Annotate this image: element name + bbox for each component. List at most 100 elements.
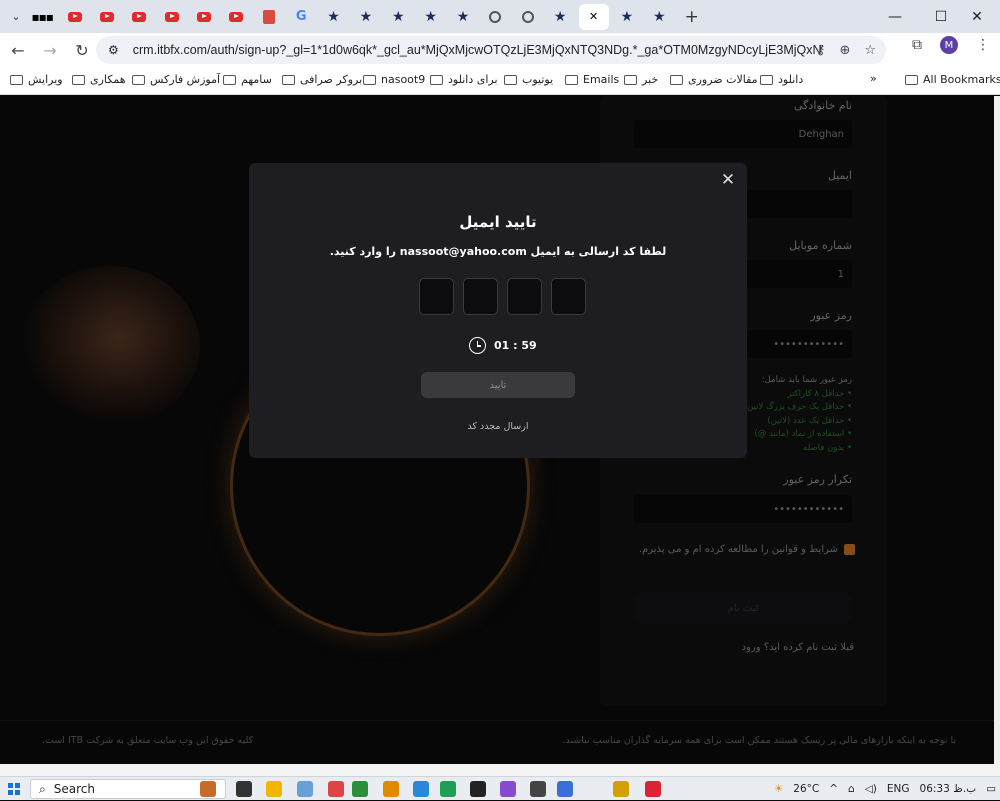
file-explorer-icon[interactable]	[266, 781, 282, 797]
tray-chevron-icon[interactable]: ^	[829, 783, 838, 795]
tab-strip: ⌄ ▪▪▪ G ★ ★ ★ ★ ★ ★ ✕ ★ ★ +	[0, 0, 1000, 33]
minimize-icon[interactable]: —	[872, 0, 918, 33]
tradingview-icon[interactable]	[470, 781, 486, 797]
bookmark-star-icon[interactable]: ☆	[864, 43, 876, 58]
clock-icon	[469, 337, 486, 354]
network-icon[interactable]: ⌂	[848, 783, 855, 795]
otp-digit-input[interactable]	[507, 278, 542, 315]
tab-item[interactable]	[158, 4, 186, 30]
acrobat-icon[interactable]	[645, 781, 661, 797]
window-bottom-strip	[0, 764, 1000, 776]
globe-icon	[489, 10, 502, 23]
volume-icon[interactable]: ◁)	[865, 783, 877, 795]
paint-icon[interactable]	[297, 781, 313, 797]
calculator-icon[interactable]	[530, 781, 546, 797]
bookmark-item[interactable]: برای دانلود	[430, 73, 498, 86]
menu-icon[interactable]: ⋮	[976, 37, 990, 53]
edge-icon[interactable]	[440, 781, 456, 797]
clock-text[interactable]: 06:33 ب.ظ	[920, 783, 977, 795]
bookmark-label: مقالات ضروری	[688, 73, 758, 86]
new-tab-button[interactable]: +	[678, 4, 706, 30]
tab-item[interactable]	[222, 4, 250, 30]
windows-start-icon[interactable]	[8, 783, 20, 795]
folder-icon	[132, 74, 145, 85]
tab-item[interactable]: G	[287, 4, 315, 30]
taskbar: ⌕ Search ☀ 26°C ^ ⌂ ◁) ENG 06:33 ب.ظ ▭	[0, 776, 1000, 800]
bookmark-label: خبر	[642, 73, 659, 86]
tab-item[interactable]	[481, 4, 509, 30]
otp-digit-input[interactable]	[463, 278, 498, 315]
task-view-icon[interactable]	[236, 781, 252, 797]
chrome-icon[interactable]	[352, 781, 368, 797]
bookmark-item[interactable]: سامهم	[223, 73, 272, 86]
close-window-icon[interactable]: ✕	[954, 0, 1000, 33]
app-icon[interactable]	[613, 781, 629, 797]
tab-item[interactable]: ★	[320, 4, 348, 30]
notification-icon[interactable]: ▭	[986, 783, 996, 795]
star-icon: ★	[653, 8, 666, 25]
site-settings-icon[interactable]: ⚙	[108, 43, 119, 57]
tab-item[interactable]	[255, 4, 283, 30]
tab-search-icon[interactable]: ⌄	[6, 7, 26, 27]
language-indicator[interactable]: ENG	[887, 783, 910, 795]
bookmark-label: بروکر صرافی	[300, 73, 363, 86]
all-bookmarks[interactable]: All Bookmarks	[905, 73, 1000, 86]
tab-item[interactable]	[93, 4, 121, 30]
bookmark-item[interactable]: یوتیوب	[504, 73, 553, 86]
search-icon: ⌕	[39, 781, 46, 796]
page-scrollbar[interactable]	[994, 96, 1000, 764]
photoshop-icon[interactable]	[328, 781, 344, 797]
resend-code-link[interactable]: ارسال مجدد کد	[249, 421, 747, 432]
tab-item[interactable]: ★	[449, 4, 477, 30]
otp-digit-input[interactable]	[551, 278, 586, 315]
forward-icon[interactable]: →	[36, 36, 64, 64]
confirm-button[interactable]: تایید	[421, 372, 575, 398]
bookmark-item[interactable]: خبر	[624, 73, 658, 86]
tab-item[interactable]: ★	[613, 4, 641, 30]
google-icon: G	[295, 9, 307, 24]
reload-icon[interactable]: ↻	[68, 36, 96, 64]
bookmark-item[interactable]: مقالات ضروری	[670, 73, 758, 86]
bookmark-label: آموزش فارکس	[150, 73, 221, 86]
tab-item[interactable]	[61, 4, 89, 30]
bookmark-item[interactable]: بروکر صرافی	[282, 73, 362, 86]
app-icon[interactable]	[500, 781, 516, 797]
tab-item[interactable]: ★	[417, 4, 445, 30]
zoom-icon[interactable]: ⊕	[839, 43, 850, 58]
otp-digit-input[interactable]	[419, 278, 454, 315]
tab-item[interactable]	[514, 4, 542, 30]
tab-item[interactable]: ★	[546, 4, 574, 30]
bookmark-item[interactable]: همکاری	[72, 73, 126, 86]
back-icon[interactable]: ←	[4, 36, 32, 64]
youtube-icon	[197, 11, 212, 22]
omnibox[interactable]: ⚙ crm.itbfx.com/auth/sign-up?_gl=1*1d0w6…	[96, 36, 886, 64]
bookmark-item[interactable]: آموزش فارکس	[132, 73, 220, 86]
folder-icon	[760, 74, 773, 85]
extensions-icon[interactable]: ⧉	[912, 37, 922, 53]
weather-temp[interactable]: 26°C	[793, 783, 819, 795]
chart-app-icon[interactable]	[557, 781, 573, 797]
game-icon[interactable]	[200, 781, 216, 797]
taskbar-search[interactable]: ⌕ Search	[30, 779, 226, 799]
avatar[interactable]: M	[940, 36, 958, 54]
app-icon[interactable]	[383, 781, 399, 797]
tab-item[interactable]: ★	[645, 4, 673, 30]
password-key-icon[interactable]: ⚷	[816, 43, 826, 58]
url-text[interactable]: crm.itbfx.com/auth/sign-up?_gl=1*1d0w6qk…	[133, 43, 823, 57]
bookmark-item[interactable]: Emails	[565, 73, 619, 86]
bookmarks-more[interactable]: »	[870, 72, 877, 85]
folder-icon	[10, 74, 23, 85]
tab-item[interactable]: ★	[384, 4, 412, 30]
countdown-timer: 01 : 59	[469, 337, 537, 354]
close-icon[interactable]: ✕	[719, 170, 737, 190]
telegram-icon[interactable]	[413, 781, 429, 797]
bookmark-item[interactable]: nasoot9	[363, 73, 425, 86]
tab-item[interactable]	[190, 4, 218, 30]
tab-active[interactable]: ✕	[578, 3, 609, 30]
bookmark-item[interactable]: دانلود	[760, 73, 803, 86]
tab-item[interactable]: ★	[352, 4, 380, 30]
tab-item[interactable]	[125, 4, 153, 30]
tab-item[interactable]: ▪▪▪	[28, 4, 56, 30]
bookmark-item[interactable]: ویرایش	[10, 73, 63, 86]
weather-icon[interactable]: ☀	[774, 783, 783, 795]
